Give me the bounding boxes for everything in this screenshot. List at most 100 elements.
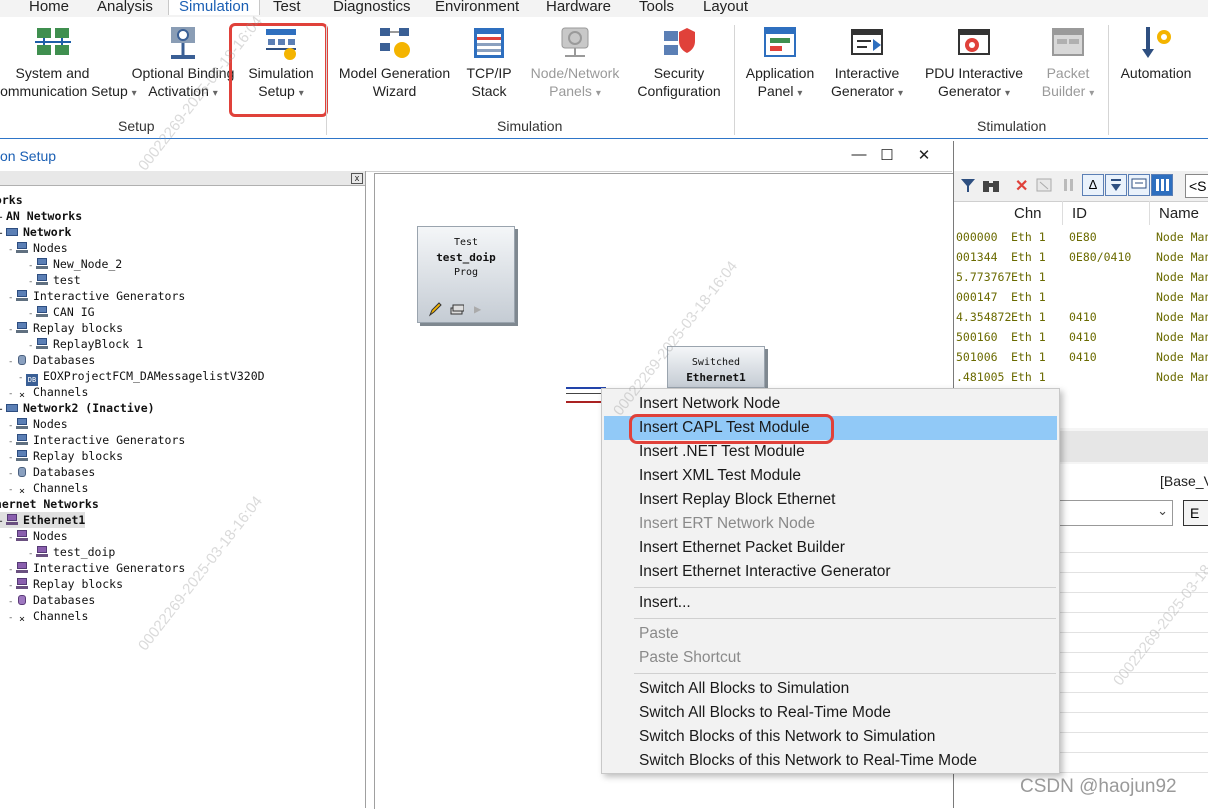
tree-item[interactable]: - Nodes <box>8 416 68 432</box>
tree-expander-icon[interactable]: - <box>8 530 16 546</box>
application-panel-button[interactable]: Application Panel ▾ <box>739 25 821 103</box>
menu-item-switch-blocks-of-this-network-to-real-time-mode[interactable]: Switch Blocks of this Network to Real-Ti… <box>604 749 1057 773</box>
security-configuration-button[interactable]: Security Configuration <box>632 25 726 100</box>
stack-icon[interactable] <box>450 301 465 320</box>
tree-item[interactable]: - Nodes <box>8 528 68 544</box>
tree-item[interactable]: - Interactive Generators <box>8 432 185 448</box>
delta-time-icon[interactable]: Δ <box>1082 174 1104 196</box>
filter-icon[interactable] <box>960 177 976 198</box>
tab-layout[interactable]: Layout <box>703 0 748 15</box>
model-generation-wizard-button[interactable]: Model Generation Wizard <box>333 25 456 100</box>
tree-item[interactable]: - × Channels <box>8 608 88 626</box>
column-header-id[interactable]: ID <box>1072 205 1087 222</box>
tree-item[interactable]: thernet Networks <box>0 496 99 512</box>
trace-cell: Eth 1 <box>1011 230 1046 244</box>
tree-expander-icon[interactable]: - <box>8 290 16 306</box>
tree-item[interactable]: works <box>0 192 23 208</box>
menu-item-insert-network-node[interactable]: Insert Network Node <box>604 392 1057 416</box>
edit-pencil-icon[interactable] <box>428 301 442 321</box>
tree-item[interactable]: - Nodes <box>8 240 68 256</box>
tree-item[interactable]: -AN Networks <box>0 208 82 224</box>
tree-item[interactable]: - Replay blocks <box>8 448 123 464</box>
menu-item-insert[interactable]: Insert... <box>604 591 1057 615</box>
menu-item-switch-blocks-of-this-network-to-simulation[interactable]: Switch Blocks of this Network to Simulat… <box>604 725 1057 749</box>
tree-item[interactable]: - New_Node_2 <box>28 256 122 272</box>
tree-expander-icon[interactable]: - <box>8 322 16 338</box>
tree-expander-icon[interactable]: - <box>8 242 16 258</box>
tree-pane-close-button[interactable]: x <box>351 173 363 184</box>
scroll-down-icon[interactable] <box>1105 174 1127 196</box>
column-header-chn[interactable]: Chn <box>1014 205 1042 222</box>
tree-item[interactable]: - × Channels <box>8 480 88 497</box>
tcpip-stack-button[interactable]: TCP/IP Stack <box>460 25 518 100</box>
trace-row[interactable]: 000147 Eth 1 Node Man <box>954 288 1208 308</box>
tree-item[interactable]: - DB EOXProjectFCM_DAMessagelistV320D <box>18 368 265 386</box>
trace-cell: Eth 1 <box>1011 310 1046 324</box>
column-config-icon[interactable] <box>1151 174 1173 196</box>
pause-icon[interactable] <box>1062 177 1076 198</box>
packet-builder-button[interactable]: Packet Builder ▾ <box>1035 25 1101 103</box>
tree-item[interactable]: - test <box>28 272 81 288</box>
tab-hardware[interactable]: Hardware <box>546 0 611 15</box>
binoculars-icon[interactable] <box>982 177 1000 198</box>
column-header-name[interactable]: Name <box>1159 205 1199 222</box>
tree-item[interactable]: -Network <box>0 224 71 240</box>
trace-search-input[interactable]: <S <box>1185 174 1208 198</box>
menu-item-insert-replay-block-ethernet[interactable]: Insert Replay Block Ethernet <box>604 488 1057 512</box>
optional-binding-activation-button[interactable]: Optional Binding Activation ▾ <box>128 25 238 103</box>
tree-item[interactable]: - Databases <box>8 592 95 608</box>
trace-row[interactable]: 500160 Eth 1 0410 Node Man <box>954 328 1208 348</box>
tree-item[interactable]: - Interactive Generators <box>8 560 185 576</box>
tab-environment[interactable]: Environment <box>435 0 519 15</box>
interactive-generator-button[interactable]: Interactive Generator ▾ <box>823 25 911 103</box>
simulation-setup-highlight <box>229 23 328 117</box>
close-button[interactable]: ✕ <box>915 146 933 164</box>
tree-item[interactable]: - ReplayBlock 1 <box>28 336 143 352</box>
minimize-button[interactable]: — <box>850 146 868 163</box>
tab-simulation[interactable]: Simulation <box>168 0 261 15</box>
maximize-button[interactable]: ☐ <box>878 146 896 164</box>
trace-row[interactable]: 001344 Eth 1 0E80/0410 Node Man <box>954 248 1208 268</box>
tab-diagnostics[interactable]: Diagnostics <box>333 0 411 15</box>
delete-icon[interactable]: ✕ <box>1015 176 1028 196</box>
menu-item-insert-ethernet-packet-builder[interactable]: Insert Ethernet Packet Builder <box>604 536 1057 560</box>
trace-row[interactable]: 5.773767 Eth 1 Node Man <box>954 268 1208 288</box>
menu-item-switch-all-blocks-to-real-time-mode[interactable]: Switch All Blocks to Real-Time Mode <box>604 701 1057 725</box>
tab-home[interactable]: Home <box>29 0 69 15</box>
menu-item-insert-ethernet-interactive-generator[interactable]: Insert Ethernet Interactive Generator <box>604 560 1057 584</box>
tree-item[interactable]: -Ethernet1 <box>0 512 86 528</box>
tree-item[interactable]: - Replay blocks <box>8 576 123 592</box>
test-block-type: Test <box>453 237 479 248</box>
system-communication-setup-button[interactable]: System and Communication Setup ▾ <box>0 25 137 103</box>
node-network-panels-button[interactable]: Node/Network Panels ▾ <box>523 25 627 103</box>
tab-analysis[interactable]: Analysis <box>97 0 153 15</box>
message-detail-icon[interactable] <box>1128 174 1150 196</box>
tree-item[interactable]: -Network2 (Inactive) <box>0 400 155 416</box>
switched-ethernet-block[interactable]: Switched Ethernet1 <box>667 346 765 388</box>
run-arrow-icon[interactable]: ▶ <box>474 302 481 316</box>
lower-panel-dropdown[interactable]: ⌄ <box>1054 500 1173 526</box>
trace-row[interactable]: 501006 Eth 1 0410 Node Man <box>954 348 1208 368</box>
pdu-interactive-generator-button[interactable]: PDU Interactive Generator ▾ <box>918 25 1030 103</box>
trace-row[interactable]: 4.354872 Eth 1 0410 Node Man <box>954 308 1208 328</box>
tree-expander-icon[interactable]: - <box>8 610 16 626</box>
tree-item[interactable]: - Replay blocks <box>8 320 123 336</box>
menu-item-insert-xml-test-module[interactable]: Insert XML Test Module <box>604 464 1057 488</box>
tree-item[interactable]: - Interactive Generators <box>8 288 185 304</box>
tree-item[interactable]: - Databases <box>8 464 95 480</box>
tree-item[interactable]: - Databases <box>8 352 95 368</box>
db-icon <box>16 466 28 478</box>
trace-row[interactable]: .481005 Eth 1 Node Man <box>954 368 1208 388</box>
tab-test[interactable]: Test <box>273 0 301 15</box>
tab-tools[interactable]: Tools <box>639 0 674 15</box>
lower-panel-button[interactable]: E <box>1183 500 1208 526</box>
clear-filter-icon[interactable] <box>1036 177 1054 198</box>
tree-item[interactable]: - CAN IG <box>28 304 95 320</box>
menu-item-switch-all-blocks-to-simulation[interactable]: Switch All Blocks to Simulation <box>604 677 1057 701</box>
tree-item[interactable]: - × Channels <box>8 384 88 401</box>
tree-item[interactable]: - test_doip <box>28 544 115 560</box>
automation-button[interactable]: Automation <box>1114 25 1198 82</box>
tree-expander-icon[interactable]: - <box>8 354 16 370</box>
trace-row[interactable]: 000000 Eth 1 0E80 Node Man <box>954 228 1208 248</box>
test-module-block[interactable]: Test test_doip Prog ▶ <box>417 226 515 323</box>
